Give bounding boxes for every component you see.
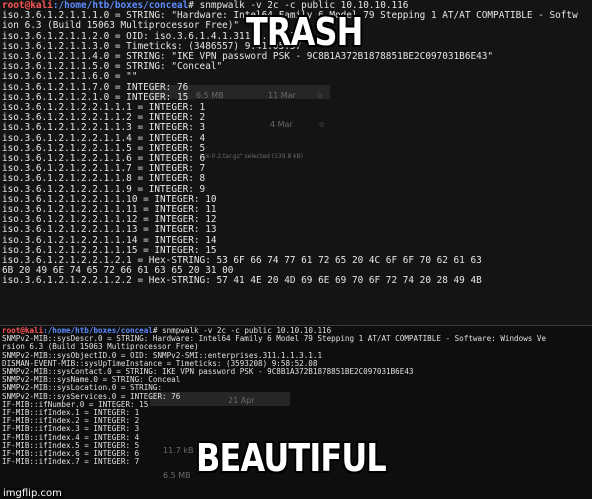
terminal-line: IF-MIB::ifIndex.7 = INTEGER: 7 [2,457,140,467]
terminal-line: iso.3.6.1.2.1.2.2.1.2.2 = Hex-STRING: 57… [2,275,482,287]
meme-bottom-caption: BEAUTIFUL [196,436,387,480]
meme-top-caption: TRASH [246,10,363,54]
ghost-file-size: 6.5 MB [163,471,191,480]
watermark: imgflip.com [1,488,64,499]
